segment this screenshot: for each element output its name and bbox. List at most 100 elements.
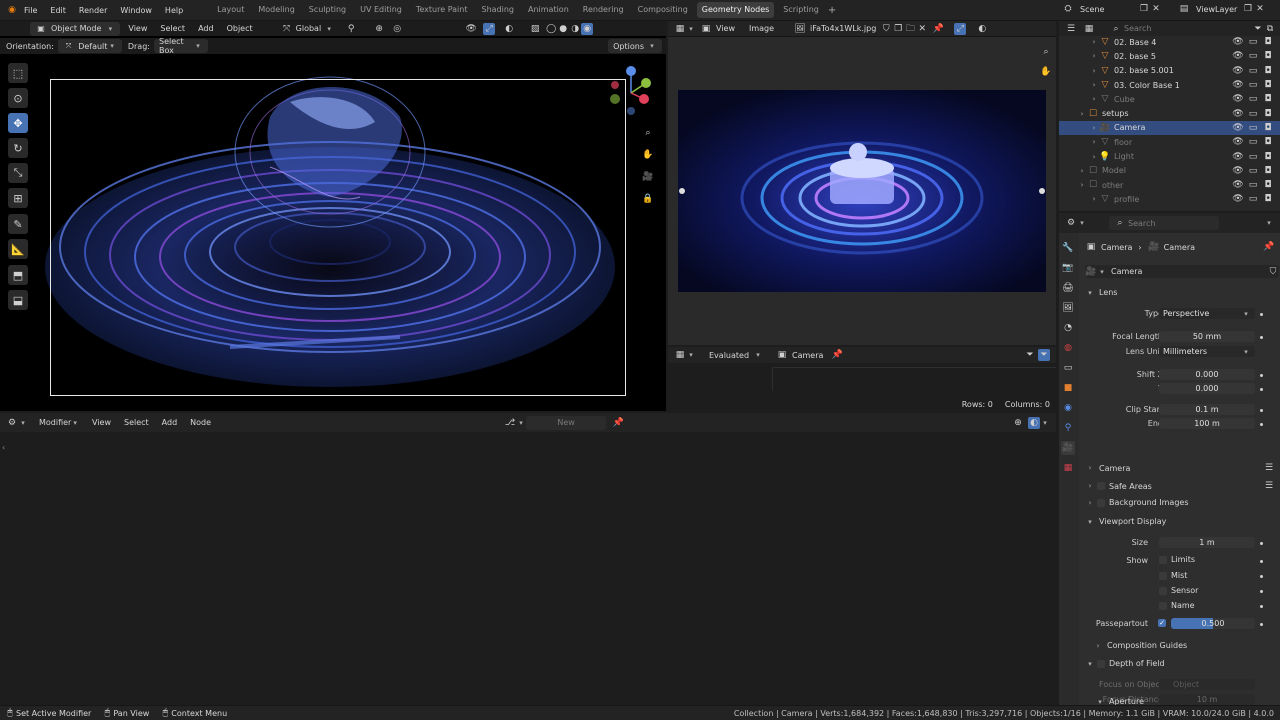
rendered-shading-icon[interactable]: ◉ [581, 22, 594, 35]
lens-unit-select[interactable]: Millimeters ▾ [1159, 346, 1255, 357]
keyframe-dot-icon[interactable] [1260, 590, 1263, 593]
blender-logo-icon[interactable]: ◉ [6, 4, 18, 16]
focus-distance-field[interactable]: 10 m [1159, 694, 1255, 705]
select-box-tool-icon[interactable]: ⬚ [8, 63, 28, 83]
editor-type-icon[interactable]: ▦ [674, 349, 686, 361]
chevron-right-icon[interactable]: › [1089, 81, 1099, 89]
close-icon[interactable]: ✕ [1254, 3, 1266, 15]
lens-type-select[interactable]: Perspective ▾ [1159, 308, 1255, 319]
shift-x-field[interactable]: 0.000 [1159, 369, 1255, 380]
chevron-right-icon[interactable]: › [1077, 110, 1087, 118]
scale-tool-icon[interactable]: ⤡ [8, 163, 28, 183]
outliner-item[interactable]: › ☐ Model 👁 ▭ ◘ [1059, 164, 1280, 178]
transform-orientation-select[interactable]: ⤧ Global ▾ [276, 22, 340, 36]
eye-icon[interactable]: 👁 [1232, 151, 1244, 163]
pin-icon[interactable]: 📌 [932, 23, 944, 35]
wireframe-shading-icon[interactable]: ◯ [545, 23, 557, 35]
keyframe-dot-icon[interactable] [1260, 605, 1263, 608]
list-icon[interactable]: ☰ [1263, 462, 1275, 474]
outliner-item[interactable]: › 🎥 Camera 👁 ▭ ◘ [1059, 120, 1280, 136]
focal-length-field[interactable]: 50 mm [1159, 331, 1255, 342]
constraints-tab-icon[interactable]: ⚲ [1061, 421, 1075, 435]
workspace-tab-scripting[interactable]: Scripting [778, 2, 824, 18]
menu-window[interactable]: Window [120, 6, 152, 15]
copy-icon[interactable]: ❐ [1138, 3, 1150, 15]
background-images-panel-header[interactable]: › Background Images [1085, 498, 1275, 507]
camera-render-icon[interactable]: ◘ [1262, 136, 1274, 148]
node-editor[interactable]: ⚙ ▾ Modifier ▾ View Select Add Node ⎇ ▾ New… [0, 413, 1056, 703]
outliner-item[interactable]: › 💡 Light 👁 ▭ ◘ [1059, 149, 1280, 163]
snap-icon[interactable]: ⊕ [1012, 417, 1024, 429]
filter-icon[interactable]: ⏷ [1024, 349, 1036, 361]
pin-icon[interactable]: 📌 [831, 349, 843, 361]
editor-type-icon[interactable]: ☰ [1065, 23, 1077, 35]
image-filename[interactable]: iFaTo4x1WLk.jpg [810, 24, 876, 33]
cursor-tool-icon[interactable]: ⊙ [8, 88, 28, 108]
monitor-icon[interactable]: ▭ [1247, 65, 1259, 77]
pan-hand-icon[interactable]: ✋ [1040, 66, 1052, 78]
keyframe-dot-icon[interactable] [1260, 623, 1263, 626]
scene-selector[interactable]: ⛭ Scene ❐ ✕ [1062, 3, 1162, 15]
outliner-item[interactable]: › ☐ other 👁 ▭ ◘ [1059, 178, 1280, 192]
rotate-tool-icon[interactable]: ↻ [8, 138, 28, 158]
chevron-right-icon[interactable]: › [1089, 38, 1099, 46]
monitor-icon[interactable]: ▭ [1247, 79, 1259, 91]
camera-render-icon[interactable]: ◘ [1262, 108, 1274, 120]
node-menu-add[interactable]: Add [162, 418, 178, 427]
menu-help[interactable]: Help [165, 6, 183, 15]
eye-icon[interactable]: 👁 [1232, 79, 1244, 91]
outliner[interactable]: ☰ ▦ ⌕ Search ⏷ ⧉ › ▽ 02. Base 4 👁 ▭ ◘ › ▽ 02. ba… [1059, 21, 1280, 211]
display-mode-icon[interactable]: ▦ [1083, 23, 1095, 35]
navigation-gizmo[interactable] [606, 63, 656, 123]
physics-tab-icon[interactable]: ◉ [1061, 401, 1075, 415]
viewport-display-panel-header[interactable]: ▾ Viewport Display [1085, 517, 1166, 526]
keyframe-dot-icon[interactable] [1260, 560, 1263, 563]
node-menu-node[interactable]: Node [190, 418, 211, 427]
chevron-right-icon[interactable]: › [1089, 138, 1099, 146]
camera-render-icon[interactable]: ◘ [1262, 122, 1274, 134]
outliner-search-input[interactable]: ⌕ Search [1105, 22, 1199, 36]
camera-render-icon[interactable]: ◘ [1262, 93, 1274, 105]
outliner-item[interactable]: › ▽ 03. Color Base 1 👁 ▭ ◘ [1059, 78, 1280, 92]
lens-panel-header[interactable]: ▾ Lens [1085, 288, 1117, 297]
workspace-tab-geometry-nodes[interactable]: Geometry Nodes [696, 2, 775, 18]
image-menu-image[interactable]: Image [749, 24, 774, 33]
node-tree-icon[interactable]: ⎇ [504, 417, 516, 429]
editor-type-icon[interactable]: ▦ [674, 23, 686, 35]
3d-viewport[interactable]: ▣ Object Mode ▾ View Select Add Object ⤧ Gl… [0, 21, 666, 411]
monitor-icon[interactable]: ▭ [1247, 136, 1259, 148]
snap-icon[interactable]: ⊕ [373, 23, 385, 35]
menu-file[interactable]: File [24, 6, 37, 15]
collection-tab-icon[interactable]: ▭ [1061, 361, 1075, 375]
node-menu-view[interactable]: View [92, 418, 111, 427]
add-workspace-button[interactable]: + [828, 5, 836, 16]
monitor-icon[interactable]: ▭ [1247, 151, 1259, 163]
texture-tab-icon[interactable]: ▦ [1061, 461, 1075, 475]
outliner-item[interactable]: › ▽ profile 👁 ▭ ◘ [1059, 192, 1280, 206]
geometry-nodes-icon[interactable]: ⚙ [6, 417, 18, 429]
monitor-icon[interactable]: ▭ [1247, 108, 1259, 120]
drag-select[interactable]: Select Box ▾ [153, 37, 208, 55]
eye-icon[interactable]: 👁 [1232, 136, 1244, 148]
outliner-item[interactable]: › ▽ 02. base 5.001 👁 ▭ ◘ [1059, 64, 1280, 78]
chevron-right-icon[interactable]: › [1077, 167, 1087, 175]
eye-icon[interactable]: 👁 [1232, 179, 1244, 191]
zoom-icon[interactable]: ⌕ [642, 127, 654, 139]
move-tool-icon[interactable]: ✥ [8, 113, 28, 133]
workspace-tab-sculpting[interactable]: Sculpting [304, 2, 351, 18]
object-tab-icon[interactable]: ■ [1061, 381, 1075, 395]
eye-icon[interactable]: 👁 [1232, 165, 1244, 177]
outliner-item[interactable]: › ☐ setups 👁 ▭ ◘ [1059, 106, 1280, 120]
pin-icon[interactable]: 📌 [612, 417, 624, 429]
xray-icon[interactable]: ▧ [529, 23, 541, 35]
monitor-icon[interactable]: ▭ [1247, 50, 1259, 62]
workspace-tab-layout[interactable]: Layout [212, 2, 249, 18]
clip-start-field[interactable]: 0.1 m [1159, 404, 1255, 415]
properties-search-input[interactable]: ⌕ Search [1109, 216, 1219, 230]
render-tab-icon[interactable]: 📷 [1061, 261, 1075, 275]
keyframe-dot-icon[interactable] [1260, 409, 1263, 412]
workspace-tab-uv-editing[interactable]: UV Editing [355, 2, 407, 18]
keyframe-dot-icon[interactable] [1260, 388, 1263, 391]
workspace-tab-modeling[interactable]: Modeling [253, 2, 299, 18]
close-icon[interactable]: ✕ [1150, 3, 1162, 15]
